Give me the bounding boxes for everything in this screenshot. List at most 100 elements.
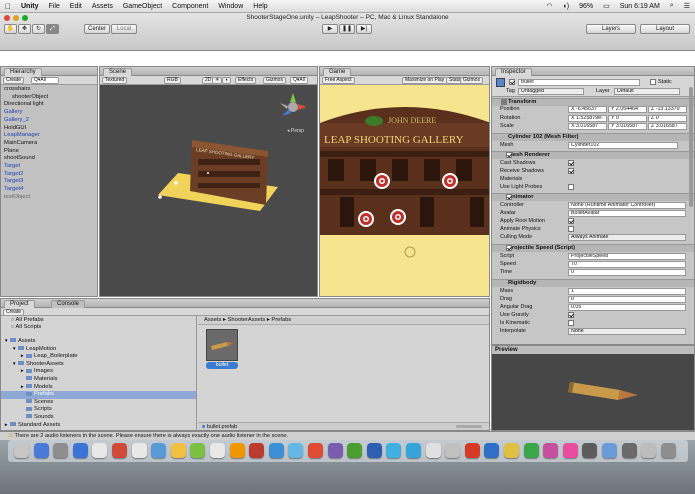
hierarchy-item[interactable]: Target3 [4, 178, 23, 184]
tab-project[interactable]: Project [4, 300, 35, 308]
meshrenderer-enabled-checkbox[interactable] [506, 152, 512, 158]
dock-app-icon[interactable] [268, 443, 284, 458]
menu-window[interactable]: Window [213, 3, 248, 10]
dock-app-icon[interactable] [92, 443, 108, 458]
battery-icon[interactable]: ▭ [598, 2, 615, 10]
layers-dropdown[interactable]: Layers [586, 24, 636, 34]
materials-foldout[interactable]: Materials [500, 176, 522, 182]
game-aspect-dropdown[interactable]: Free Aspect [322, 77, 355, 84]
animator-enabled-checkbox[interactable] [506, 194, 512, 200]
project-tree-item[interactable]: Prefabs [1, 391, 196, 399]
rotate-tool-icon[interactable]: ↻ [32, 24, 45, 34]
dock-app-icon[interactable] [484, 443, 500, 458]
dock-app-icon[interactable] [562, 443, 578, 458]
gameobject-active-checkbox[interactable] [509, 79, 515, 85]
tag-dropdown[interactable]: Untagged [518, 88, 584, 95]
hierarchy-item[interactable]: testObject [4, 194, 30, 200]
tab-scene[interactable]: Scene [103, 68, 133, 76]
list-icon[interactable]: ☰ [679, 2, 695, 10]
root-motion-checkbox[interactable] [568, 218, 574, 224]
thumbnail-size-slider[interactable] [456, 425, 482, 428]
hierarchy-item[interactable]: MainCamera [4, 140, 37, 146]
scene-rgb-dropdown[interactable]: RGB [164, 77, 181, 84]
hierarchy-item[interactable]: crosshairs [4, 86, 30, 92]
dock-app-icon[interactable] [386, 443, 402, 458]
scene-gizmos-dropdown[interactable]: Gizmos [263, 77, 286, 84]
hierarchy-item[interactable]: Plane [4, 148, 19, 154]
scene-object-marker[interactable] [174, 181, 178, 185]
is-kinematic-checkbox[interactable] [568, 320, 574, 326]
scene-orientation-gizmo[interactable] [280, 93, 307, 116]
preview-header[interactable]: Preview [492, 346, 694, 354]
scene-textured-dropdown[interactable]: Textured [102, 77, 128, 84]
game-viewport[interactable]: JOHN DEERE LEAP SHOOTING GALLERY [320, 85, 490, 297]
hierarchy-item[interactable]: Gallery [4, 109, 22, 115]
dock-app-icon[interactable] [53, 443, 69, 458]
transform-scale-x-field[interactable]: X 3.016587 [568, 123, 607, 130]
project-tree-item[interactable]: ► Models [1, 384, 196, 392]
dock-app-icon[interactable] [445, 443, 461, 458]
volume-icon[interactable]: ◖) [558, 3, 575, 10]
hand-tool-icon[interactable]: ✋ [4, 24, 17, 34]
step-button[interactable]: ▶| [356, 24, 372, 34]
transform-rotation-y-field[interactable]: Y 0 [608, 114, 647, 122]
pivot-local-button[interactable]: Local [111, 24, 137, 34]
transform-rotation-x-field[interactable]: X 1.525879e- [568, 114, 607, 122]
project-tree-item[interactable]: ▼ LeapMotion [1, 346, 196, 354]
hierarchy-item[interactable]: Gallery_2 [4, 117, 29, 123]
play-button[interactable]: ▶ [322, 24, 338, 34]
dock-app-icon[interactable] [170, 443, 186, 458]
interpolate-dropdown[interactable]: None [568, 328, 686, 335]
dock-app-icon[interactable] [131, 443, 147, 458]
dock-app-icon[interactable] [14, 443, 29, 458]
dock-app-icon[interactable] [464, 443, 480, 458]
scene-lighting-icon[interactable]: ☀ [212, 77, 223, 84]
game-gizmos-dropdown[interactable]: Gizmos [460, 77, 483, 84]
hierarchy-search-input[interactable]: Q▾All [31, 77, 59, 84]
dock-app-icon[interactable] [602, 443, 617, 458]
dock-app-icon[interactable] [308, 443, 323, 458]
spotlight-icon[interactable]: ⌕ [665, 2, 679, 10]
dock-app-icon[interactable] [327, 443, 343, 458]
meshfilter-header[interactable]: Cylinder 102 (Mesh Filter) [492, 133, 694, 141]
time-field[interactable]: 0 [568, 269, 686, 276]
menu-component[interactable]: Component [167, 3, 213, 10]
mesh-field[interactable]: Cylinder102 [568, 142, 678, 149]
bullet-preview[interactable] [492, 354, 695, 431]
tab-inspector[interactable]: Inspector [495, 68, 532, 76]
pause-button[interactable]: ❚❚ [339, 24, 355, 34]
project-tree-item[interactable]: ► Standard Assets [1, 422, 196, 430]
hierarchy-item[interactable]: HoldGUI [4, 125, 26, 131]
hierarchy-item[interactable]: shootSound [4, 155, 35, 161]
hierarchy-item[interactable]: shooterObject [12, 94, 48, 100]
menu-edit[interactable]: Edit [65, 3, 87, 10]
layer-dropdown[interactable]: Default [614, 88, 680, 95]
receive-shadows-checkbox[interactable] [568, 168, 574, 174]
scene-search-input[interactable]: Q▾All [290, 77, 308, 84]
culling-mode-dropdown[interactable]: Always Animate [568, 234, 686, 241]
hierarchy-item[interactable]: LeapManager [4, 132, 40, 138]
avatar-field[interactable]: BulletAvatar [568, 210, 686, 217]
move-tool-icon[interactable]: ✥ [18, 24, 31, 34]
angular-drag-field[interactable]: 0.05 [568, 304, 686, 311]
clock[interactable]: Sun 6:19 AM [615, 3, 665, 10]
hierarchy-create-button[interactable]: Create [3, 77, 25, 84]
menu-assets[interactable]: Assets [87, 3, 118, 10]
transform-scale-y-field[interactable]: Y 3.016587 [608, 123, 647, 130]
hierarchy-item[interactable]: Target2 [4, 171, 23, 177]
apple-menu-icon[interactable]:  [0, 2, 16, 11]
project-tree-item[interactable]: ▼ ShooterAssets [1, 361, 196, 369]
app-menu[interactable]: Unity [16, 3, 44, 10]
favorite-all-prefabs[interactable]: ⌕ All Prefabs [11, 317, 44, 324]
layout-dropdown[interactable]: Layout [640, 24, 690, 34]
projectile-speed-header[interactable]: Projectile Speed (Script) [492, 244, 694, 252]
dock-app-icon[interactable] [366, 443, 382, 458]
scene-audio-icon[interactable]: ◖ [222, 77, 232, 84]
scale-tool-icon[interactable]: ⤢ [46, 24, 59, 34]
pivot-center-button[interactable]: Center [84, 24, 110, 34]
maximize-on-play-toggle[interactable]: Maximize on Play [402, 77, 448, 84]
project-tree-item[interactable]: ► Leap_Boilerplate [1, 353, 196, 361]
dock-app-icon[interactable] [582, 443, 598, 458]
dock-app-icon[interactable] [641, 443, 657, 458]
project-create-button[interactable]: Create [3, 309, 25, 316]
